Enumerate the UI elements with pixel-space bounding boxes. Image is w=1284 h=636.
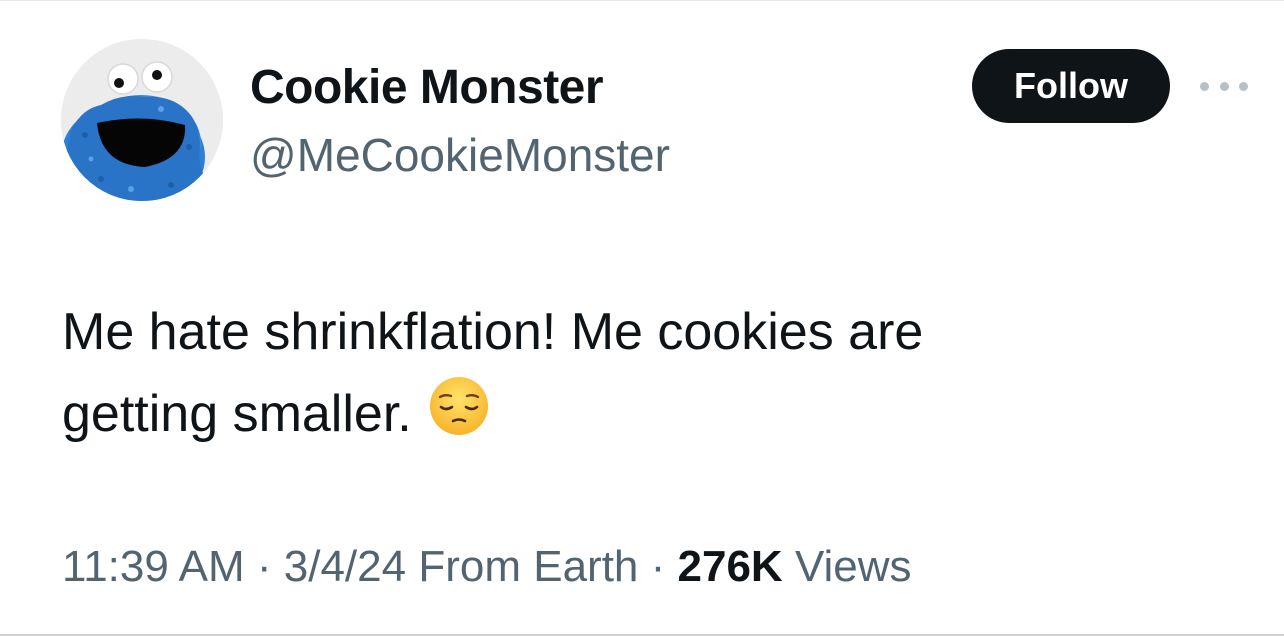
cookie-monster-avatar-image — [61, 39, 223, 201]
follow-button-label: Follow — [1014, 65, 1128, 106]
pensive-face-emoji-icon — [428, 375, 490, 461]
tweet-meta: 11:39 AM · 3/4/24 From Earth · 276K View… — [62, 535, 912, 599]
avatar[interactable] — [61, 39, 223, 201]
more-options-icon[interactable] — [1200, 73, 1248, 99]
ellipsis-dot — [1200, 81, 1209, 91]
follow-button[interactable]: Follow — [972, 49, 1170, 123]
tweet-text: Me hate shrinkflation! Me cookies are ge… — [62, 291, 1212, 461]
tweet-text-line-1: Me hate shrinkflation! Me cookies are — [62, 303, 924, 361]
tweet-source: From Earth — [418, 542, 639, 591]
author-display-name[interactable]: Cookie Monster — [250, 59, 604, 117]
tweet-text-line-2: getting smaller. — [62, 385, 412, 443]
meta-separator: · — [256, 542, 272, 591]
views-label: Views — [794, 542, 912, 591]
ellipsis-dot — [1239, 81, 1248, 91]
author-handle[interactable]: @MeCookieMonster — [250, 127, 670, 183]
tweet-time[interactable]: 11:39 AM — [62, 542, 245, 591]
tweet-date[interactable]: 3/4/24 — [284, 542, 406, 591]
ellipsis-dot — [1219, 81, 1229, 91]
tweet-card: Cookie Monster @MeCookieMonster Follow M… — [0, 0, 1284, 636]
views-count[interactable]: 276K — [678, 542, 783, 591]
meta-separator: · — [650, 542, 666, 591]
